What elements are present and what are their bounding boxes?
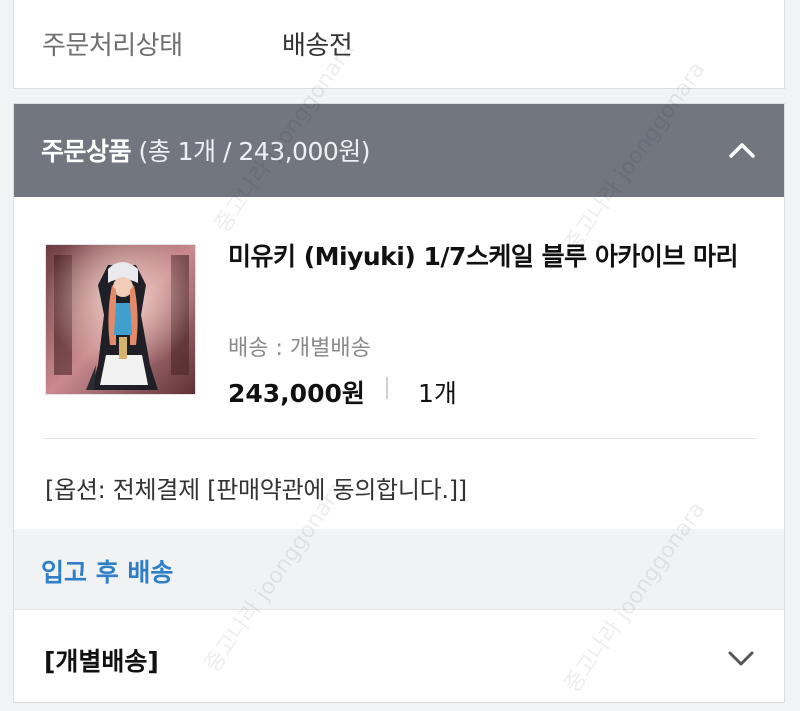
product-row: 미유키 (Miyuki) 1/7스케일 블루 아카이브 마리 배송 : 개별배송… bbox=[14, 197, 784, 441]
shipping-detail-row[interactable]: [개별배송] bbox=[14, 609, 784, 702]
product-divider bbox=[44, 438, 756, 439]
product-name[interactable]: 미유키 (Miyuki) 1/7스케일 블루 아카이브 마리 bbox=[228, 239, 758, 275]
shipping-note-bar: 입고 후 배송 bbox=[14, 529, 784, 609]
order-status-label: 주문처리상태 bbox=[42, 31, 183, 61]
shipping-detail-label: [개별배송] bbox=[44, 647, 159, 676]
shipping-note-text: 입고 후 배송 bbox=[41, 558, 174, 587]
order-status-card: 주문처리상태 배송전 bbox=[13, 0, 785, 89]
chevron-down-icon[interactable] bbox=[726, 644, 756, 674]
product-quantity: 1개 bbox=[418, 379, 457, 408]
product-option: [옵션: 전체결제 [판매약관에 동의합니다.]] bbox=[45, 476, 467, 504]
order-items-title: 주문상품 (총 1개 / 243,000원) bbox=[41, 132, 371, 168]
product-price: 243,000원 bbox=[228, 379, 365, 408]
product-shipping-type: 배송 : 개별배송 bbox=[228, 336, 371, 361]
chevron-up-icon[interactable] bbox=[726, 134, 758, 166]
order-status-value: 배송전 bbox=[282, 31, 353, 61]
order-items-summary: (총 1개 / 243,000원) bbox=[138, 137, 371, 166]
order-items-header[interactable]: 주문상품 (총 1개 / 243,000원) bbox=[14, 104, 784, 197]
product-thumbnail[interactable] bbox=[45, 244, 196, 395]
order-items-card: 주문상품 (총 1개 / 243,000원) 미유키 (Miyuki) 1/7스… bbox=[13, 103, 785, 703]
order-items-heading: 주문상품 bbox=[41, 137, 132, 166]
order-detail-page: 주문처리상태 배송전 주문상품 (총 1개 / 243,000원) 미유키 (M… bbox=[0, 0, 800, 711]
price-quantity-separator bbox=[386, 377, 388, 399]
